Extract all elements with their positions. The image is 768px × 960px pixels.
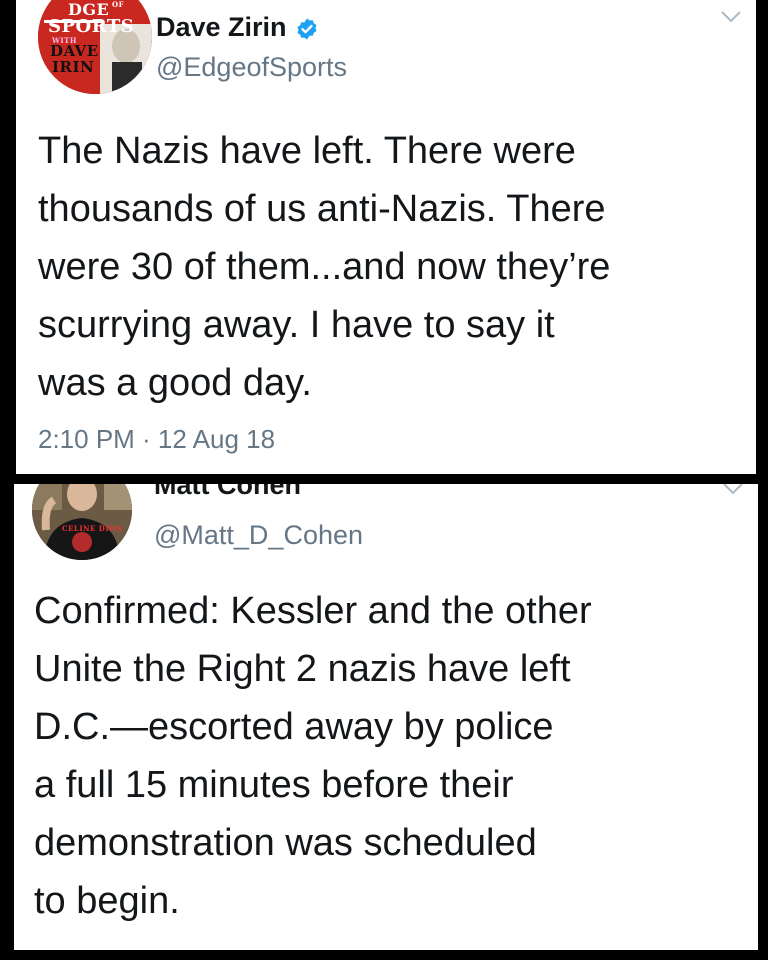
display-name[interactable]: Dave Zirin [156,12,319,43]
avatar[interactable]: CELINE DION [32,484,132,560]
tweet-text: The Nazis have left. There were thousand… [38,130,611,404]
display-name-text[interactable]: Dave Zirin [156,12,287,42]
handle[interactable]: @Matt_D_Cohen [154,520,363,551]
avatar-art [32,484,132,560]
tweet-card-1[interactable]: DGE OF SPORTS WITH DAVE IRIN Dave Zirin … [16,0,756,474]
chevron-down-icon[interactable] [722,484,744,496]
avatar-logo-line2: SPORTS [48,16,135,37]
tweet-text: Confirmed: Kessler and the other Unite t… [34,590,592,922]
chevron-down-icon[interactable] [720,10,742,24]
avatar-logo-line1-small: OF [112,0,125,9]
display-name[interactable]: Matt Cohen [154,484,301,501]
verified-badge-icon [297,18,317,40]
avatar[interactable]: DGE OF SPORTS WITH DAVE IRIN [38,0,152,94]
display-name-text[interactable]: Matt Cohen [154,484,301,500]
handle[interactable]: @EdgeofSports [156,52,347,83]
avatar-shirt-text: CELINE DION [62,524,123,533]
timestamp[interactable]: 2:10 PM · 12 Aug 18 [38,424,275,455]
avatar-logo-line5: IRIN [52,58,95,76]
tweet-card-2[interactable]: CELINE DION Matt Cohen @Matt_D_Cohen Con… [14,484,758,950]
